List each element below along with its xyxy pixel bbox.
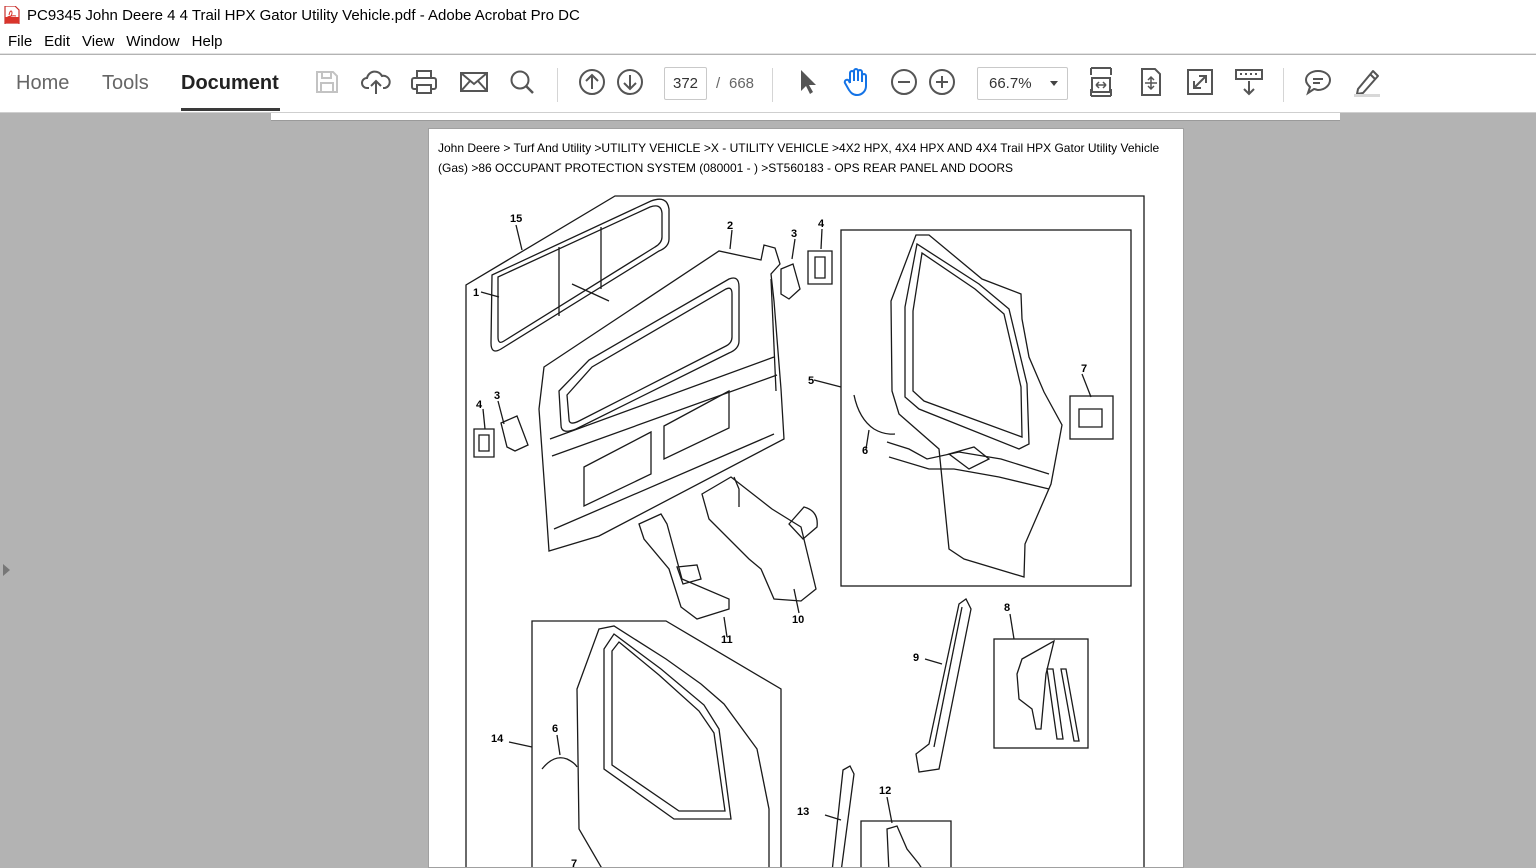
menu-bar: File Edit View Window Help: [0, 30, 1536, 54]
callout-3: 3: [791, 228, 797, 240]
zoom-out-icon[interactable]: [888, 66, 920, 98]
callout-7: 7: [1081, 363, 1087, 375]
leader-lines: [480, 224, 1092, 824]
zoom-in-icon[interactable]: [926, 66, 958, 98]
menu-window[interactable]: Window: [126, 33, 179, 50]
post-13: [831, 765, 855, 867]
previous-page-edge: [271, 113, 1340, 121]
trim-8: [1016, 639, 1080, 742]
toolbar-separator: [557, 68, 558, 102]
callout-4: 4: [818, 218, 825, 230]
full-screen-icon[interactable]: [1184, 66, 1216, 98]
left-door: [576, 625, 770, 867]
callout-10: 10: [792, 614, 804, 626]
latch-7-right: [1069, 395, 1114, 440]
callout-8: 8: [1004, 602, 1010, 614]
email-icon[interactable]: [458, 66, 490, 98]
tab-tools[interactable]: Tools: [102, 72, 149, 95]
callout-9: 9: [913, 652, 919, 664]
callout-13: 13: [797, 806, 809, 818]
select-cursor-icon[interactable]: [791, 66, 823, 98]
callout-11: 11: [721, 634, 733, 646]
active-tab-indicator: [181, 108, 280, 111]
callout-5: 5: [808, 375, 814, 387]
zoom-level-dropdown[interactable]: 66.7%: [977, 67, 1068, 100]
tab-home[interactable]: Home: [16, 72, 69, 95]
support-11: [638, 513, 730, 620]
rear-panel: [538, 244, 785, 552]
total-pages: 668: [729, 75, 755, 92]
right-door: [886, 234, 1063, 578]
menu-edit[interactable]: Edit: [44, 33, 70, 50]
callout-12: 12: [879, 785, 891, 797]
scroll-mode-icon[interactable]: [1135, 66, 1167, 98]
read-mode-icon[interactable]: [1233, 66, 1265, 98]
bracket-3-top: [780, 250, 833, 300]
window-title: PC9345 John Deere 4 4 Trail HPX Gator Ut…: [27, 6, 580, 24]
callout-3-left: 3: [494, 390, 500, 402]
menu-file[interactable]: File: [8, 33, 32, 50]
pdf-file-icon: [4, 6, 20, 24]
callout-6: 6: [862, 445, 868, 457]
door-detail-frame: [840, 229, 1132, 587]
fit-page-icon[interactable]: [1085, 66, 1117, 98]
save-icon[interactable]: [311, 66, 343, 98]
cloud-upload-icon[interactable]: [360, 66, 392, 98]
side-panel-toggle-icon[interactable]: [3, 564, 10, 576]
title-bar: PC9345 John Deere 4 4 Trail HPX Gator Ut…: [0, 0, 1536, 30]
cable-6-right: [853, 394, 896, 435]
callout-15: 15: [510, 213, 522, 225]
highlight-pen-icon[interactable]: [1351, 66, 1383, 98]
callout-1: 1: [473, 287, 479, 299]
toolbar-separator: [1283, 68, 1284, 102]
search-icon[interactable]: [506, 66, 538, 98]
cowl-10: [701, 476, 818, 602]
page-up-icon[interactable]: [576, 66, 608, 98]
page-separator: /: [716, 75, 721, 92]
comment-icon[interactable]: [1302, 66, 1334, 98]
callout-6-lower: 6: [552, 723, 558, 735]
callout-4-left: 4: [476, 399, 483, 411]
bracket-12: [886, 825, 922, 867]
detail-8-frame: [993, 638, 1089, 749]
tab-document[interactable]: Document: [181, 72, 279, 95]
current-page-input[interactable]: 372: [664, 67, 707, 100]
detail-12-frame: [860, 820, 952, 867]
toolbar-separator: [772, 68, 773, 102]
post-9: [915, 598, 972, 773]
callout-7-lower: 7: [571, 858, 577, 868]
callout-14: 14: [491, 733, 504, 745]
page-down-icon[interactable]: [614, 66, 646, 98]
zoom-level-value: 66.7%: [989, 75, 1032, 92]
bracket-3-left: [473, 415, 529, 458]
diagram-frame: [465, 195, 1145, 867]
toolbar: Home Tools Document 372 / 668 66.7%: [0, 55, 1536, 113]
hand-tool-icon[interactable]: [840, 66, 872, 98]
menu-view[interactable]: View: [82, 33, 114, 50]
document-page: John Deere > Turf And Utility >UTILITY V…: [428, 128, 1184, 868]
door-detail-frame-lower: [531, 620, 782, 867]
callout-2: 2: [727, 220, 733, 232]
print-icon[interactable]: [408, 66, 440, 98]
menu-help[interactable]: Help: [192, 33, 223, 50]
cable-6-lower: [541, 757, 578, 770]
parts-diagram: 15 2 3 4 1 4 3 5 7 6 10 11 8 9 14 6 12 1…: [465, 195, 1145, 868]
chevron-down-icon: [1050, 81, 1058, 86]
